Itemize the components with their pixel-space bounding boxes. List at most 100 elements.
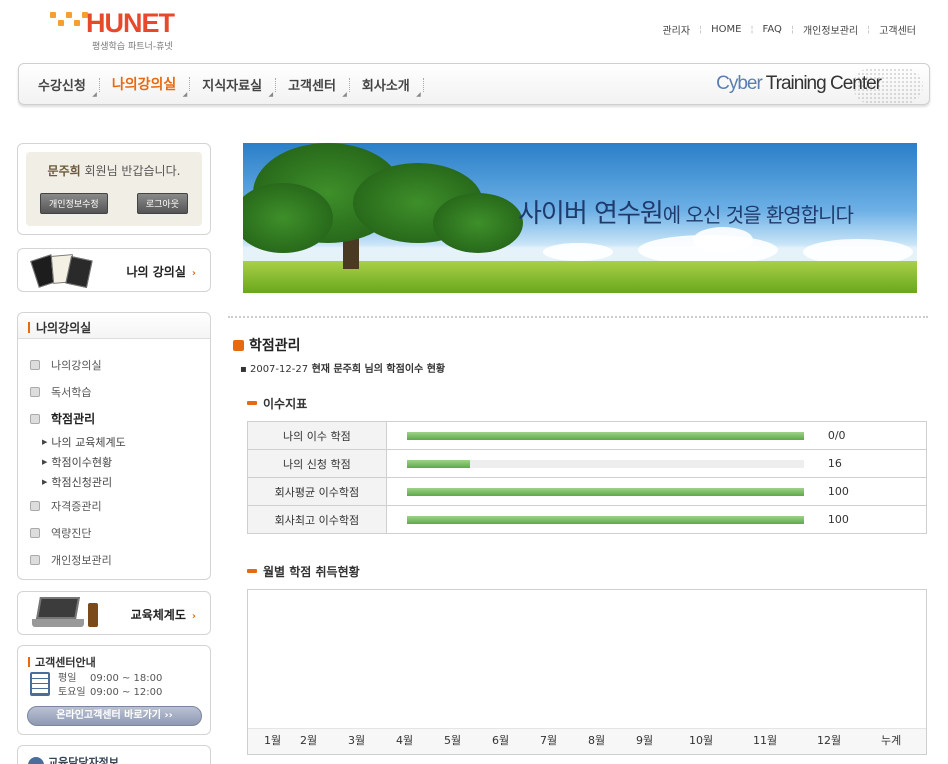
- topnav-faq[interactable]: FAQ: [763, 24, 782, 35]
- mainnav-my-classroom[interactable]: 나의강의실 ◢: [99, 74, 191, 98]
- sidebar-item-credit-management[interactable]: 학점관리: [30, 405, 210, 432]
- triangle-icon: ◢: [416, 90, 421, 98]
- month-label: 11월: [753, 734, 778, 747]
- chevron-right-icon: ›: [191, 611, 196, 622]
- triangle-right-icon: ▶: [42, 438, 48, 446]
- logo-dots-icon: [50, 12, 88, 26]
- sidebar-item-reading[interactable]: 독서학습: [30, 378, 210, 405]
- main-navigation: 수강신청 ◢ 나의강의실 ◢ 지식자료실 ◢ 고객센터 ◢ 회사소개 ◢ Cyber Tr…: [18, 63, 930, 105]
- sidebar-item-label: 개인정보관리: [51, 553, 112, 567]
- sidebar-item-label: 학점신청관리: [51, 476, 113, 489]
- credit-progress-cell: [385, 477, 824, 506]
- welcome-message: 문주희 회원님 반갑습니다.: [34, 162, 194, 179]
- ctc-part-a: Cyber: [716, 73, 766, 94]
- credit-progress-fill: [406, 459, 471, 468]
- month-axis: 1월 2월 3월 4월 5월 6월 7월 8월 9월 10월 11월 12월 누계: [248, 728, 926, 754]
- credits-title-text: 이수지표: [263, 397, 308, 411]
- credit-row-label: 회사평균 이수학점: [247, 477, 387, 506]
- ctc-part-b: Training Center: [765, 73, 882, 94]
- credit-progress-cell: [385, 421, 824, 450]
- tree-canopy: [433, 193, 523, 253]
- section-marker-icon: [247, 401, 257, 405]
- credit-progress-fill: [406, 515, 804, 524]
- customer-center-title: 고객센터안내: [28, 654, 200, 670]
- month-label: 7월: [540, 734, 558, 747]
- mainnav-label: 수강신청: [38, 78, 86, 94]
- education-system-link[interactable]: 교육체계도 ›: [131, 606, 196, 623]
- online-customer-center-button[interactable]: 온라인고객센터 바로가기 ››: [27, 706, 202, 726]
- cards-icon: [30, 254, 98, 289]
- topnav-separator: ¦: [867, 24, 871, 35]
- sidebar-item-profile[interactable]: 개인정보관리: [30, 546, 210, 573]
- sidebar-item-label: 역량진단: [51, 526, 92, 540]
- sidebar-item-my-classroom[interactable]: 나의강의실: [30, 351, 210, 378]
- mainnav-customer-center[interactable]: 고객센터 ◢: [275, 75, 350, 98]
- credit-progress-cell: [385, 505, 824, 534]
- my-classroom-link-box[interactable]: 나의 강의실 ›: [17, 248, 211, 292]
- sidebar-subitem-education-system[interactable]: ▶ 나의 교육체계도: [30, 432, 210, 452]
- cloud-shape: [543, 243, 613, 261]
- edit-profile-button[interactable]: 개인정보수정: [40, 193, 108, 214]
- laptop-icon: [32, 597, 98, 631]
- document-icon: [30, 672, 50, 696]
- status-date: 2007-12-27: [249, 364, 309, 375]
- staff-info-title: 교육담당자정보: [48, 756, 119, 764]
- logout-button[interactable]: 로그아웃: [136, 193, 188, 214]
- sidebar-item-certificates[interactable]: 자격증관리: [30, 492, 210, 519]
- cloud-shape: [693, 227, 753, 253]
- credit-row-value: 0/0: [823, 421, 927, 450]
- mainnav-company-intro[interactable]: 회사소개 ◢: [349, 75, 424, 98]
- credit-row-label: 나의 신청 학점: [247, 449, 387, 478]
- month-label: 10월: [689, 734, 714, 747]
- page-title-text: 학점관리: [249, 338, 301, 354]
- credit-progress-cell: [385, 449, 824, 478]
- month-label: 1월: [264, 734, 282, 747]
- month-label: 9월: [636, 734, 654, 747]
- saturday-hours: 09:00 ~ 12:00: [90, 687, 163, 698]
- mainnav-label: 회사소개: [361, 78, 410, 94]
- welcome-banner: 사이버 연수원에 오신 것을 환영합니다: [243, 143, 917, 293]
- status-text: 현재 문주희 님의 학점이수 현황: [308, 364, 446, 375]
- topnav-separator: ¦: [699, 24, 703, 35]
- credit-progress-fill: [406, 487, 804, 496]
- bullet-icon: [30, 500, 40, 511]
- monthly-section-title: 월별 학점 취득현황: [247, 563, 360, 580]
- triangle-icon: ◢: [92, 90, 97, 98]
- month-label: 12월: [817, 734, 842, 747]
- credit-row-value: 16: [823, 449, 927, 478]
- topnav-separator: ¦: [750, 24, 754, 35]
- customer-center-box: 고객센터안내 평일 09:00 ~ 18:00 토요일 09:00 ~ 12:00 …: [17, 645, 211, 735]
- education-system-link-box[interactable]: 교육체계도 ›: [17, 591, 211, 635]
- topnav-admin[interactable]: 관리자: [662, 22, 690, 37]
- topnav-privacy[interactable]: 개인정보관리: [803, 22, 858, 37]
- sidebar-menu: 나의강의실 나의강의실 독서학습 학점관리 ▶ 나의 교육체계도 ▶ 학점이수현황 …: [17, 312, 211, 580]
- mainnav-label: 지식자료실: [202, 78, 263, 94]
- banner-message-strong: 사이버 연수원: [518, 199, 664, 229]
- month-label: 누계: [881, 734, 902, 747]
- hunet-logo[interactable]: HUNET 평생학습 파트너-휴넷: [50, 8, 210, 52]
- credit-row: 나의 신청 학점 16: [247, 449, 927, 478]
- status-line: ▪ 2007-12-27 현재 문주희 님의 학점이수 현황: [240, 364, 446, 375]
- section-marker-icon: [247, 569, 257, 573]
- weekday-label: 평일: [58, 673, 77, 684]
- weekday-hours: 09:00 ~ 18:00: [90, 673, 163, 684]
- divider: [228, 316, 928, 318]
- topnav-customer-center[interactable]: 고객센터: [879, 22, 916, 37]
- triangle-icon: ◢: [182, 91, 188, 98]
- topnav-home[interactable]: HOME: [711, 24, 741, 35]
- sidebar-item-competency[interactable]: 역량진단: [30, 519, 210, 546]
- month-label: 8월: [588, 734, 606, 747]
- my-classroom-link[interactable]: 나의 강의실 ›: [126, 263, 196, 280]
- sidebar-subitem-credit-application[interactable]: ▶ 학점신청관리: [30, 472, 210, 492]
- banner-message: 사이버 연수원에 오신 것을 환영합니다: [518, 193, 854, 230]
- mainnav-course-apply[interactable]: 수강신청 ◢: [25, 75, 100, 98]
- credit-progress-track: [406, 459, 804, 468]
- credit-row-value: 100: [823, 505, 927, 534]
- credit-row: 나의 이수 학점 0/0: [247, 421, 927, 450]
- credit-row: 회사평균 이수학점 100: [247, 477, 927, 506]
- sidebar-subitem-credit-status[interactable]: ▶ 학점이수현황: [30, 452, 210, 472]
- mainnav-knowledge-library[interactable]: 지식자료실 ◢: [189, 75, 276, 98]
- bullet-icon: [30, 413, 40, 424]
- page-title: 학점관리: [233, 335, 301, 355]
- sidebar-item-label: 나의 교육체계도: [51, 436, 126, 449]
